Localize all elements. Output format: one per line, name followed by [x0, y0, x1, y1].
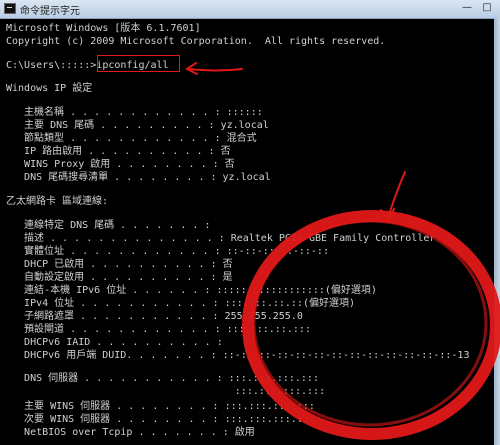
highlight-circle-icon — [242, 210, 500, 440]
annotation-overlay — [185, 62, 500, 440]
arrow-to-command-icon — [185, 62, 243, 75]
